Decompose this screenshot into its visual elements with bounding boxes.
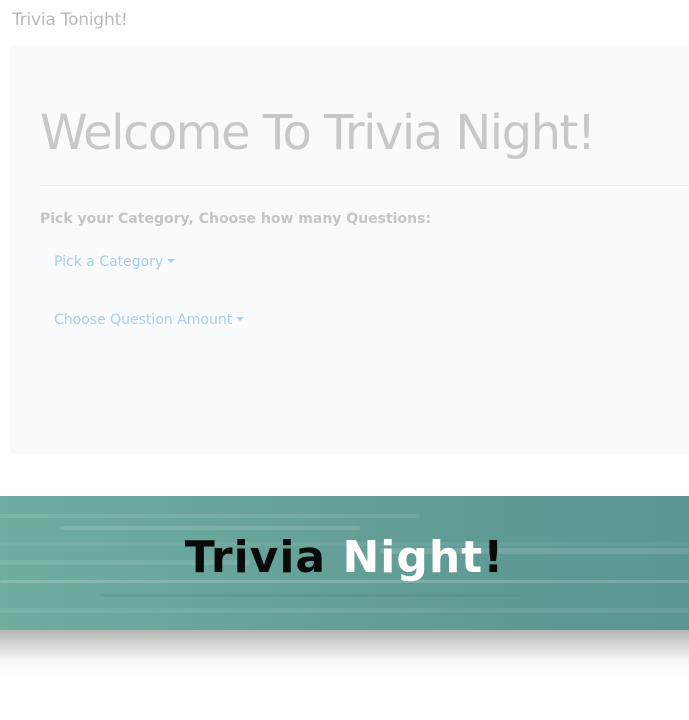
banner-streak [100, 594, 520, 597]
trivia-night-banner: Trivia Night! [0, 496, 689, 630]
welcome-panel: Welcome To Trivia Night! Pick your Categ… [10, 45, 689, 454]
banner-title-night: Night [342, 532, 484, 583]
banner-streak [0, 514, 420, 518]
navbar-brand[interactable]: Trivia Tonight! [12, 10, 128, 30]
category-dropdown[interactable]: Pick a Category [54, 254, 176, 270]
banner-shadow [0, 630, 689, 680]
page-title: Welcome To Trivia Night! [40, 105, 596, 161]
divider [40, 185, 689, 186]
banner-streak [60, 526, 360, 530]
banner-title-exclamation: ! [483, 532, 505, 583]
category-dropdown-label: Pick a Category [54, 254, 164, 270]
question-amount-dropdown[interactable]: Choose Question Amount [54, 312, 245, 328]
banner-streak [0, 608, 689, 613]
navbar: Trivia Tonight! [0, 0, 689, 40]
selection-prompt: Pick your Category, Choose how many Ques… [40, 211, 431, 227]
question-amount-dropdown-label: Choose Question Amount [54, 312, 233, 328]
banner-title-trivia: Trivia [184, 532, 343, 583]
banner-title: Trivia Night! [0, 532, 689, 583]
caret-down-icon [236, 317, 245, 321]
caret-down-icon [167, 259, 176, 263]
